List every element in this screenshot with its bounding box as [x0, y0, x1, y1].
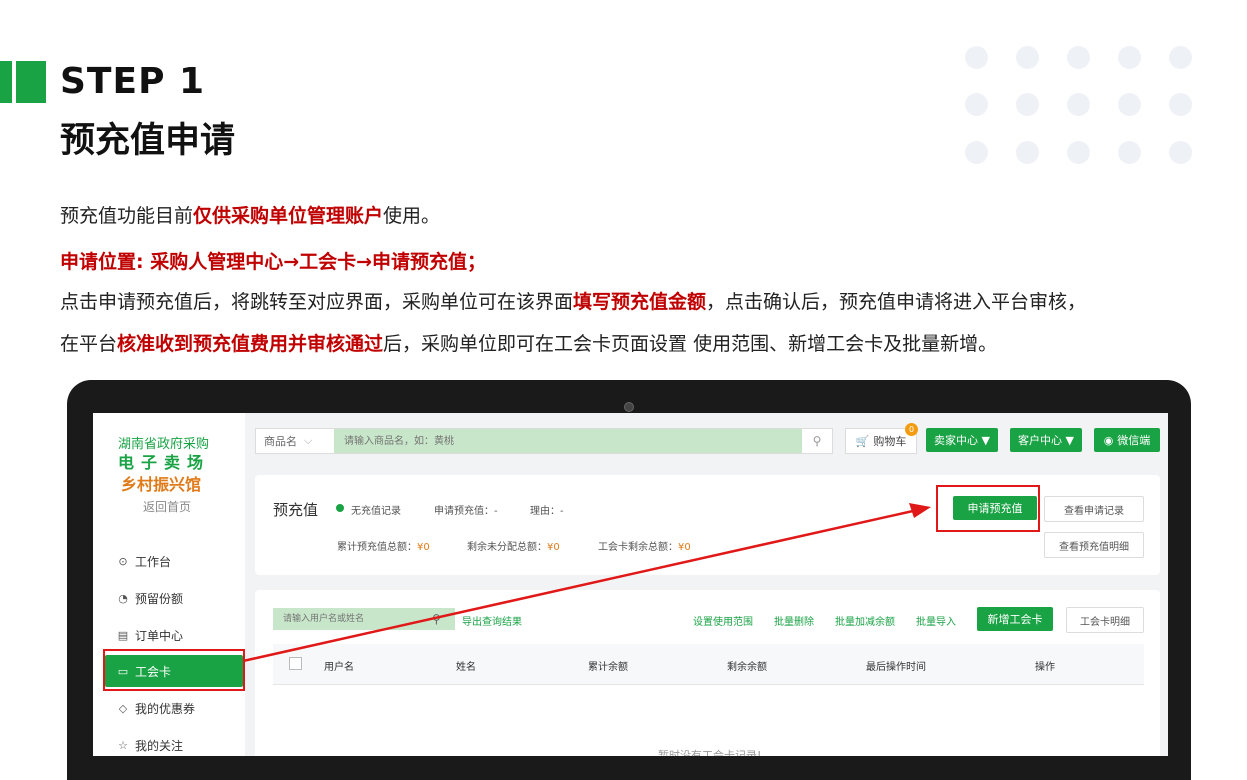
accent-bar-large — [16, 61, 46, 103]
accent-bar-small — [0, 61, 12, 103]
intro-paragraph-3: 点击申请预充值后，将跳转至对应界面，采购单位可在该界面填写预充值金额，点击确认后… — [60, 291, 1087, 313]
intro-location: 申请位置: 采购人管理中心→工会卡→申请预充值； — [60, 251, 487, 273]
arrow-annotation — [242, 503, 931, 663]
decorative-dots — [965, 46, 1195, 166]
page-title: 预充值申请 — [60, 121, 236, 161]
camera-icon — [624, 402, 634, 412]
intro-paragraph-4: 在平台核准收到预充值费用并审核通过后，采购单位即可在工会卡页面设置 使用范围、新… — [60, 333, 998, 355]
intro-paragraph-1: 预充值功能目前仅供采购单位管理账户使用。 — [60, 205, 441, 227]
app-screen: 湖南省政府采购 电子卖场 乡村振兴馆 返回首页 ⊙ 工作台 ◔ 预留份额 ▤ 订单中心… — [93, 413, 1168, 756]
step-label: STEP 1 — [60, 61, 206, 102]
